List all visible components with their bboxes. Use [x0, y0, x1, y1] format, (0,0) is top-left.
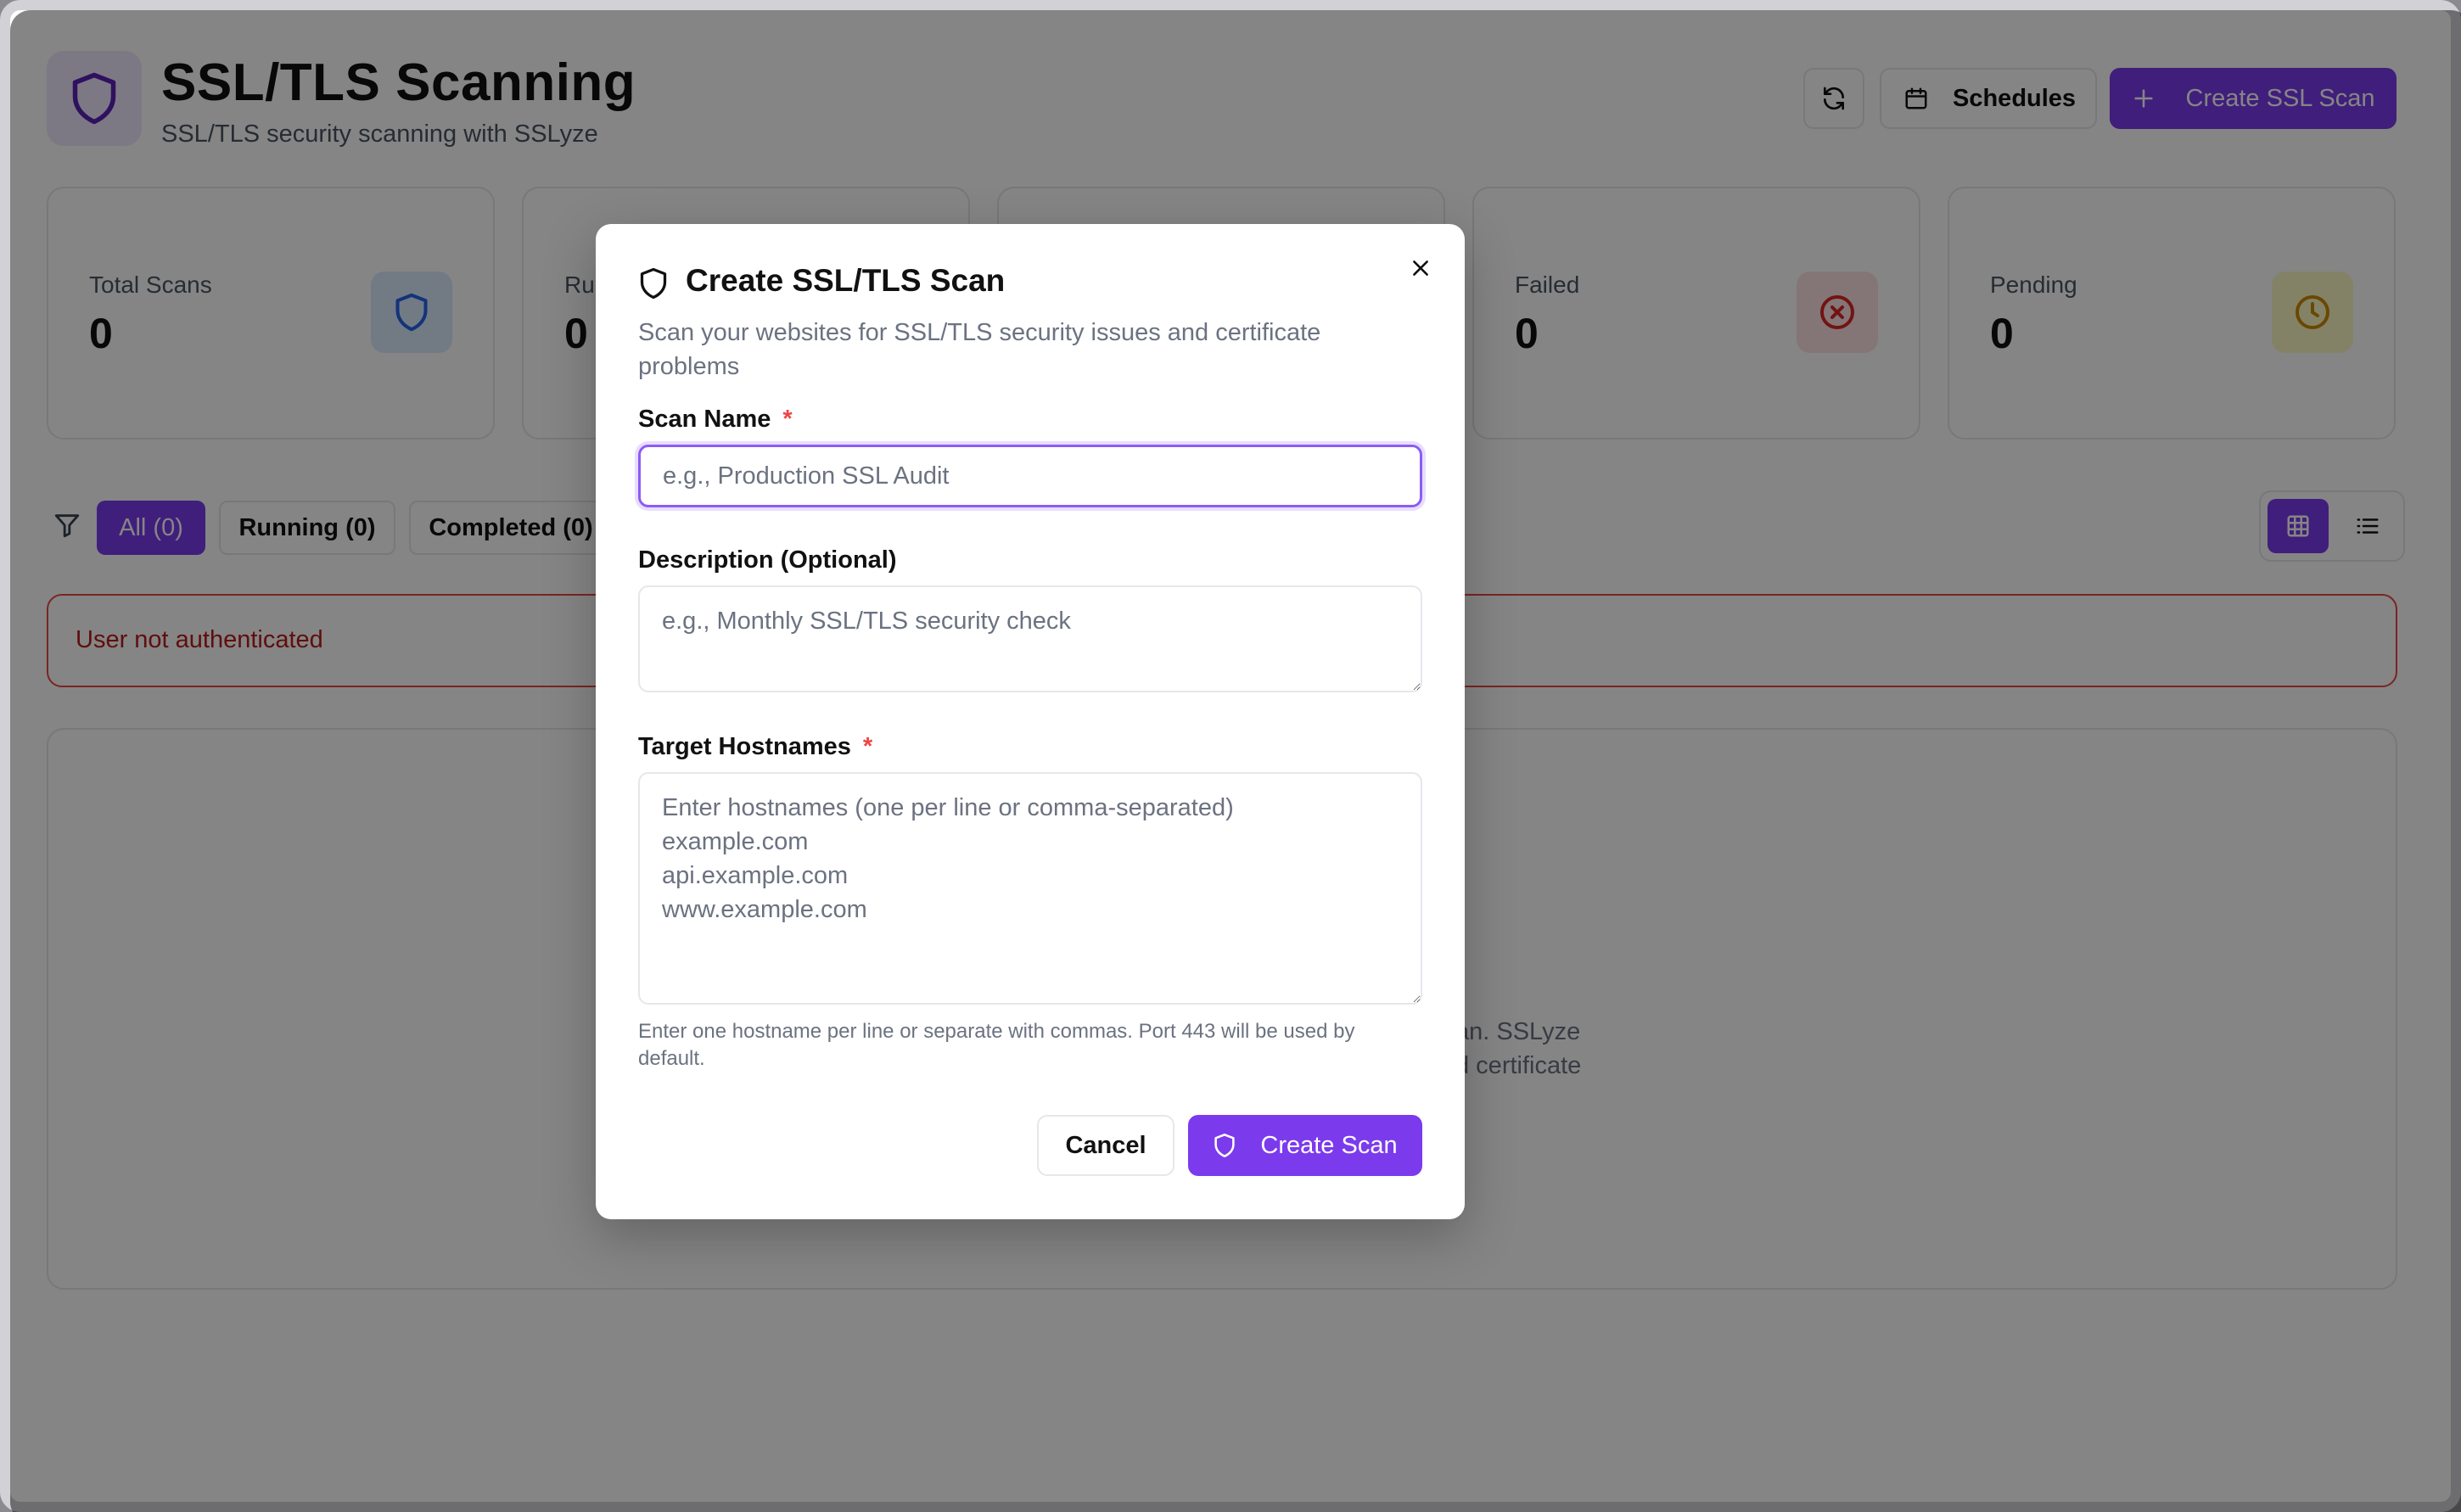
hostnames-label-text: Target Hostnames: [638, 733, 851, 760]
scan-name-input[interactable]: [638, 445, 1422, 507]
app-window: SSL/TLS Scanning SSL/TLS security scanni…: [0, 0, 2461, 1512]
close-button[interactable]: [1402, 249, 1439, 287]
create-scan-dialog: Create SSL/TLS Scan Scan your websites f…: [596, 224, 1465, 1219]
modal-title: Create SSL/TLS Scan: [686, 263, 1006, 298]
hostnames-textarea[interactable]: [638, 772, 1422, 1005]
close-icon: [1413, 260, 1428, 276]
required-mark: *: [862, 733, 873, 760]
description-textarea[interactable]: [638, 585, 1422, 692]
shield-icon: [640, 267, 667, 300]
modal-description: Scan your websites for SSL/TLS security …: [638, 319, 1321, 380]
hostnames-help-text: Enter one hostname per line or separate …: [638, 1020, 1355, 1070]
shield-icon: [1214, 1134, 1236, 1157]
hostnames-label: Target Hostnames *: [638, 733, 872, 761]
required-mark: *: [782, 406, 793, 433]
description-label: Description (Optional): [638, 546, 897, 574]
cancel-button[interactable]: Cancel: [1037, 1115, 1174, 1176]
create-scan-button[interactable]: Create Scan: [1188, 1115, 1422, 1176]
modal-title-icon-wrap: [638, 266, 669, 305]
scan-name-label-text: Scan Name: [638, 406, 771, 433]
scan-name-label: Scan Name *: [638, 406, 793, 434]
create-scan-label: Create Scan: [1260, 1131, 1398, 1159]
